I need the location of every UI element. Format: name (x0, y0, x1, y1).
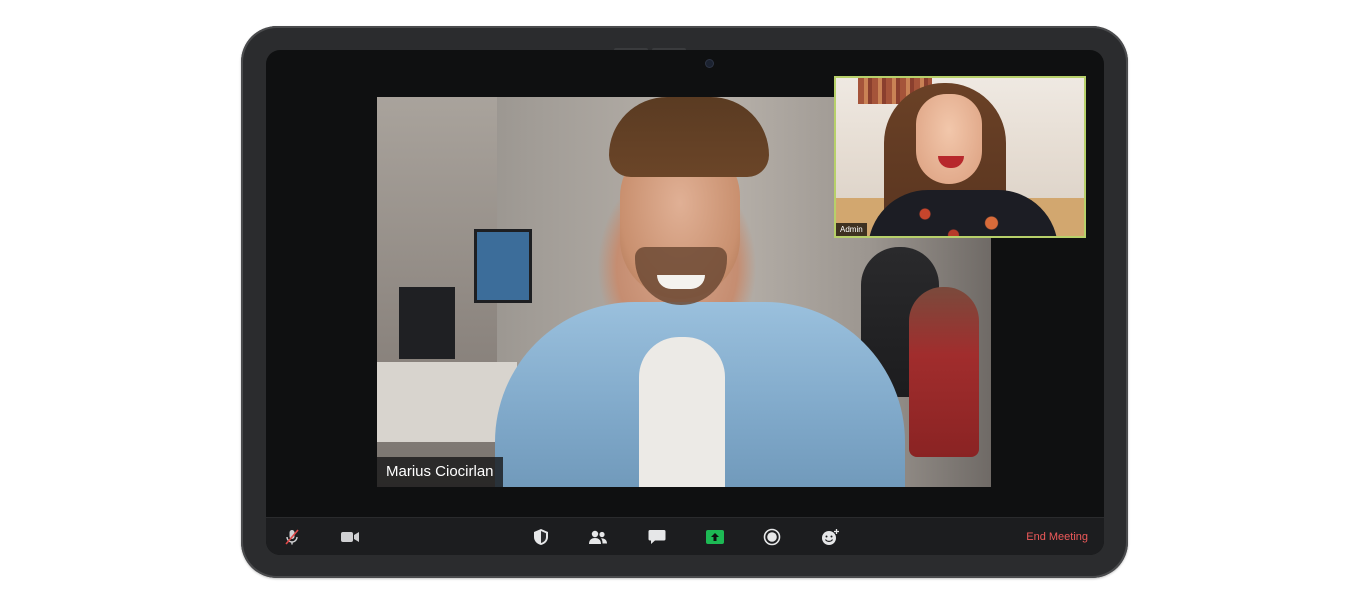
participants-button[interactable] (586, 518, 610, 555)
security-button[interactable] (529, 518, 553, 555)
speaker-hair (609, 97, 769, 177)
participants-icon (589, 530, 607, 544)
reactions-button[interactable] (818, 518, 842, 555)
share-screen-icon (706, 530, 724, 544)
video-camera-icon (341, 532, 359, 542)
participant-face (916, 94, 982, 184)
mute-button[interactable] (280, 518, 304, 555)
speaker-name-label: Marius Ciocirlan (377, 457, 503, 487)
meeting-toolbar: End Meeting (266, 517, 1104, 555)
speaker-tshirt (639, 337, 725, 487)
reactions-icon (822, 529, 839, 545)
chat-icon (648, 530, 666, 544)
end-meeting-button[interactable]: End Meeting (1026, 518, 1088, 555)
background-person (909, 287, 979, 457)
self-view-label: Admin (836, 223, 867, 236)
meeting-screen: Marius Ciocirlan Admin End Meeting (266, 50, 1104, 555)
speaker-smile (657, 275, 705, 289)
self-view-thumbnail[interactable]: Admin (834, 76, 1086, 238)
tablet-device: Marius Ciocirlan Admin End Meeting (241, 26, 1128, 578)
front-camera (706, 60, 713, 67)
security-shield-icon (534, 529, 548, 545)
record-icon (763, 528, 781, 546)
record-button[interactable] (760, 518, 784, 555)
share-screen-button[interactable] (703, 518, 727, 555)
background-monitor (399, 287, 455, 359)
chat-button[interactable] (645, 518, 669, 555)
video-button[interactable] (338, 518, 362, 555)
microphone-muted-icon (285, 529, 299, 545)
background-monitor (474, 229, 532, 303)
